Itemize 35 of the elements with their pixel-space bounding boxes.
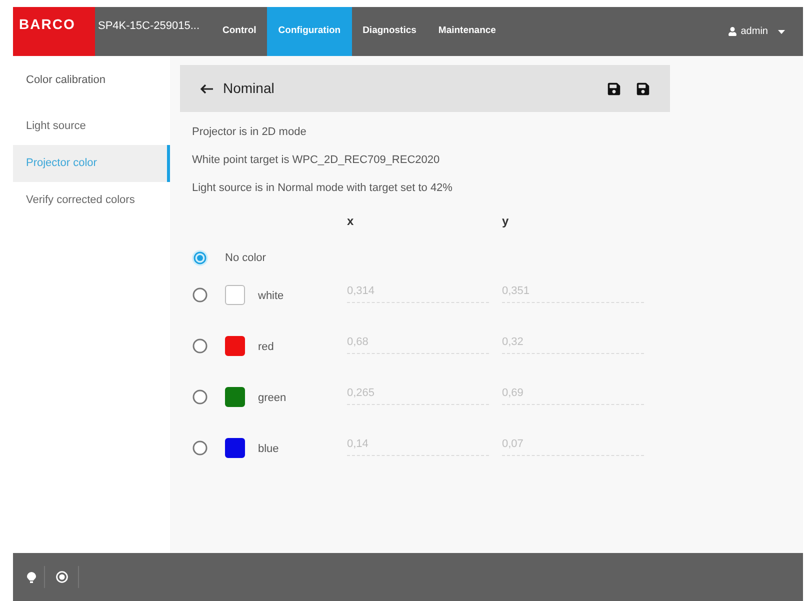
option-label: white — [258, 290, 284, 302]
arrow-left-icon — [200, 84, 213, 94]
column-header: y — [502, 214, 509, 228]
info-text: White point target is WPC_2D_REC709_REC2020 — [192, 153, 441, 168]
info-text: Light source is in Normal mode with target set to 42% — [192, 181, 454, 196]
option-label: No color — [225, 250, 266, 266]
nav-tab[interactable]: Control — [212, 7, 268, 56]
logo: BARCO — [13, 7, 95, 56]
lightbulb-icon — [27, 572, 36, 582]
panel-title: Nominal — [223, 79, 274, 98]
nav-tab[interactable]: Maintenance — [427, 7, 507, 56]
save-button[interactable] — [635, 81, 650, 96]
sidebar-title: Color calibration — [25, 73, 106, 88]
back-button[interactable] — [200, 82, 214, 94]
option-label: red — [258, 340, 274, 352]
lightbulb-button[interactable] — [25, 566, 45, 588]
sidebar-item[interactable]: Projector color — [13, 145, 170, 182]
target-icon — [56, 571, 68, 583]
user-icon — [728, 27, 737, 36]
target-button[interactable] — [53, 566, 79, 588]
nav-tab[interactable]: Diagnostics — [352, 7, 428, 56]
save-icon — [636, 82, 650, 96]
sidebar-item[interactable]: Verify corrected colors — [13, 182, 170, 219]
save-button[interactable] — [606, 81, 621, 96]
nav-tab[interactable]: Configuration — [267, 7, 352, 56]
user-menu[interactable]: admin — [728, 7, 803, 56]
column-header: x — [347, 214, 354, 228]
info-text: Projector is in 2D mode — [192, 125, 308, 140]
sidebar-item[interactable]: Light source — [13, 108, 170, 145]
option-label: blue — [258, 442, 279, 454]
option-label: green — [258, 392, 286, 404]
caret-icon — [778, 30, 785, 34]
device-name: SP4K-15C-259015... — [98, 19, 200, 34]
save-icon — [606, 82, 620, 96]
radio-button[interactable] — [192, 250, 208, 266]
